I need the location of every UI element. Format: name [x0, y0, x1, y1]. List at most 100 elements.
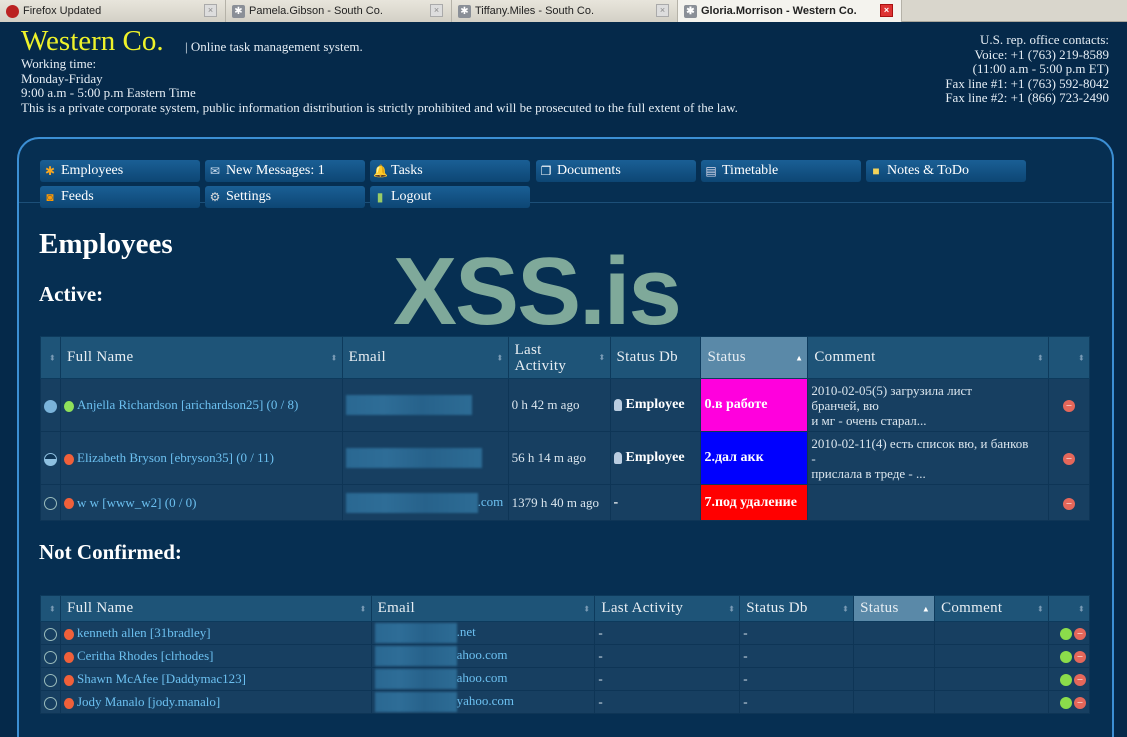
firefox-icon [6, 4, 19, 18]
nav-messages[interactable]: ✉ New Messages: 1 [205, 160, 365, 182]
nav-employees[interactable]: ✱ Employees [40, 160, 200, 182]
email-redacted [374, 646, 457, 666]
contacts: U.S. rep. office contacts: Voice: +1 (76… [945, 32, 1109, 105]
exit-icon: ▮ [376, 190, 384, 204]
employee-link[interactable]: Jody Manalo [jody.manalo] [77, 694, 220, 709]
table-row: w w [www_w2] (0 / 0) .com 1379 h 40 m ag… [40, 484, 1090, 521]
row-select-radio[interactable] [44, 399, 57, 413]
brand-logo: Western Co. [21, 25, 164, 57]
column-header-status[interactable]: Status ▲ [700, 336, 809, 379]
active-heading: Active: [39, 282, 104, 306]
row-select-radio[interactable] [44, 696, 57, 710]
rss-icon: ◙ [46, 190, 54, 204]
row-select-radio[interactable] [44, 452, 57, 466]
offline-status-icon [64, 697, 74, 709]
note-icon: ■ [872, 164, 880, 178]
column-header-status-db[interactable]: Status Db [609, 336, 702, 379]
close-tab-icon[interactable]: × [880, 4, 893, 17]
actions-column-header[interactable]: ⬍ [1048, 336, 1090, 379]
table-row: kenneth allen [31bradley] .net - - – [40, 621, 1090, 645]
column-header-email[interactable]: Email ⬍ [341, 336, 509, 379]
nav-settings[interactable]: ⚙ Settings [205, 186, 365, 208]
bell-icon: 🔔 [373, 164, 388, 178]
table-row: Elizabeth Bryson [ebryson35] (0 / 11) 56… [40, 431, 1090, 485]
tagline: | Online task management system. [185, 39, 363, 54]
close-tab-icon[interactable]: × [204, 4, 217, 17]
nav-logout[interactable]: ▮ Logout [370, 186, 530, 208]
user-icon [613, 451, 622, 464]
close-tab-icon[interactable]: × [430, 4, 443, 17]
employee-link[interactable]: w w [www_w2] (0 / 0) [77, 495, 197, 510]
online-status-icon [64, 400, 74, 412]
employee-link[interactable]: Ceritha Rhodes [clrhodes] [77, 648, 213, 663]
row-select-radio[interactable] [44, 627, 57, 641]
gear-icon: ⚙ [209, 190, 221, 204]
row-select-radio[interactable] [44, 497, 57, 511]
delete-icon[interactable]: – [1063, 497, 1075, 510]
column-header-last-activity[interactable]: Last Activity ⬍ [594, 595, 741, 622]
nav-tasks[interactable]: 🔔 Tasks [370, 160, 530, 182]
status-cell[interactable]: 0.в работе [700, 378, 809, 432]
approve-icon[interactable] [1060, 651, 1072, 664]
delete-icon[interactable]: – [1074, 628, 1086, 641]
row-select-radio[interactable] [44, 673, 57, 687]
table-row: Ceritha Rhodes [clrhodes] ahoo.com - - – [40, 644, 1090, 668]
table-row: Shawn McAfee [Daddymac123] ahoo.com - - … [40, 667, 1090, 691]
select-column-header[interactable]: ⬍ [40, 336, 61, 379]
column-header-comment[interactable]: Comment ⬍ [807, 336, 1049, 379]
browser-tab[interactable]: Firefox Updated × [0, 0, 226, 22]
not-confirmed-table: ⬍ Full Name ⬍ Email ⬍ Last Activity ⬍ Statu… [40, 595, 1090, 714]
employee-link[interactable]: Shawn McAfee [Daddymac123] [77, 671, 246, 686]
email-redacted [345, 448, 482, 468]
employee-link[interactable]: Elizabeth Bryson [ebryson35] (0 / 11) [77, 450, 274, 465]
browser-tab-active[interactable]: ✱ Gloria.Morrison - Western Co. × [678, 0, 902, 22]
watermark: XSS.is [393, 238, 682, 345]
column-header-full-name[interactable]: Full Name ⬍ [60, 595, 372, 622]
delete-icon[interactable]: – [1074, 697, 1086, 710]
active-employees-table: ⬍ Full Name ⬍ Email ⬍ Last Activity ⬍ Statu… [40, 336, 1090, 521]
nav-feeds[interactable]: ◙ Feeds [40, 186, 200, 208]
nav-notes[interactable]: ■ Notes & ToDo [866, 160, 1026, 182]
column-header-email[interactable]: Email ⬍ [370, 595, 596, 622]
row-select-radio[interactable] [44, 650, 57, 664]
offline-status-icon [64, 651, 74, 663]
email-redacted [374, 669, 457, 689]
approve-icon[interactable] [1060, 697, 1072, 710]
browser-tab[interactable]: ✱ Tiffany.Miles - South Co. × [452, 0, 678, 22]
user-icon [613, 398, 622, 411]
approve-icon[interactable] [1060, 674, 1072, 687]
delete-icon[interactable]: – [1074, 674, 1086, 687]
approve-icon[interactable] [1060, 628, 1072, 641]
browser-tab-bar: Firefox Updated × ✱ Pamela.Gibson - South … [0, 0, 1127, 22]
select-column-header[interactable]: ⬍ [40, 595, 61, 622]
favicon-icon: ✱ [232, 4, 245, 18]
column-header-status[interactable]: Status ▲ [853, 595, 936, 622]
column-header-status-db[interactable]: Status Db ⬍ [739, 595, 855, 622]
email-redacted [374, 623, 457, 643]
delete-icon[interactable]: – [1063, 400, 1075, 413]
column-header-full-name[interactable]: Full Name ⬍ [60, 336, 343, 379]
column-header-last-activity[interactable]: Last Activity ⬍ [507, 336, 611, 379]
offline-status-icon [64, 453, 74, 465]
working-time-info: Working time: Monday-Friday 9:00 a.m - 5… [21, 56, 738, 115]
calendar-icon: ▤ [705, 164, 717, 178]
delete-icon[interactable]: – [1063, 453, 1075, 466]
status-cell[interactable]: 2.дал акк [700, 431, 809, 485]
delete-icon[interactable]: – [1074, 651, 1086, 664]
email-redacted [374, 692, 457, 712]
offline-status-icon [64, 674, 74, 686]
favicon-icon: ✱ [684, 4, 697, 18]
nav-timetable[interactable]: ▤ Timetable [701, 160, 861, 182]
documents-icon: ❐ [540, 164, 552, 178]
nav-documents[interactable]: ❐ Documents [536, 160, 696, 182]
status-cell[interactable]: 7.под удаление [700, 484, 809, 521]
offline-status-icon [64, 498, 74, 510]
employee-link[interactable]: kenneth allen [31bradley] [77, 625, 211, 640]
offline-status-icon [64, 628, 74, 640]
close-tab-icon[interactable]: × [656, 4, 669, 17]
page-title: Employees [39, 228, 173, 260]
column-header-comment[interactable]: Comment ⬍ [934, 595, 1049, 622]
actions-column-header[interactable]: ⬍ [1048, 595, 1090, 622]
employee-link[interactable]: Anjella Richardson [arichardson25] (0 / … [77, 397, 298, 412]
browser-tab[interactable]: ✱ Pamela.Gibson - South Co. × [226, 0, 452, 22]
